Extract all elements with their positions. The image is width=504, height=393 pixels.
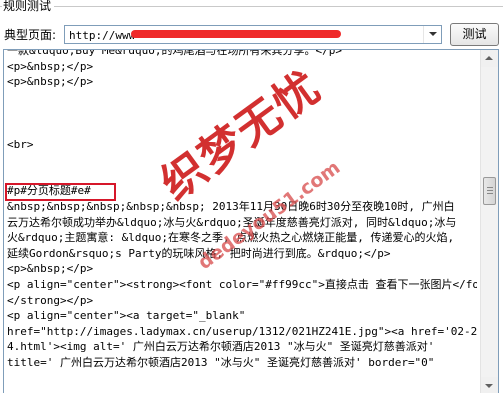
code-line: <p>&nbsp;</p> bbox=[7, 59, 94, 73]
code-line: title=' 广州白云万达希尔顿酒店2013 "冰与火" 圣诞亮灯慈善派对' … bbox=[7, 355, 435, 369]
fieldset-legend: 规则测试 bbox=[2, 0, 55, 13]
typical-page-label: 典型页面: bbox=[4, 28, 57, 42]
code-line: <p align="center"><strong><font color="#… bbox=[7, 277, 477, 291]
code-line: &nbsp;&nbsp;&nbsp;&nbsp;&nbsp; 2013年11月3… bbox=[7, 199, 455, 213]
code-line: <p align="center"><a target="_blank" bbox=[7, 309, 246, 323]
code-line: <br> bbox=[7, 137, 34, 151]
grip-line bbox=[487, 187, 493, 188]
chevron-down-icon bbox=[429, 32, 437, 36]
grip-line bbox=[487, 190, 493, 191]
url-select[interactable]: http://www bbox=[64, 25, 442, 44]
code-line: 云万达希尔顿成功举办&ldquo;冰与火&rdquo;圣诞年度慈善亮灯派对, 同… bbox=[7, 215, 457, 229]
source-code-content: 一款&ldquo;Buy Me&rdquo;的鸡尾酒与在场所有来宾分享。</p>… bbox=[7, 49, 477, 370]
vertical-scrollbar[interactable] bbox=[480, 50, 498, 393]
grip-line bbox=[487, 193, 493, 194]
page-title-highlight-box bbox=[5, 183, 116, 201]
scrollbar-thumb[interactable] bbox=[483, 177, 496, 205]
redaction-mark bbox=[131, 30, 341, 38]
code-line: 火&rdquo;主题寓意: &ldquo;在寒冬之季, 点燃火热之心燃烧正能量,… bbox=[7, 231, 455, 245]
code-line: 4.html'><img alt=' 广州白云万达希尔顿酒店2013 "冰与火"… bbox=[7, 340, 435, 354]
scroll-down-arrow-icon bbox=[485, 384, 493, 388]
select-dropdown-button[interactable] bbox=[423, 26, 441, 43]
scroll-up-button[interactable] bbox=[481, 50, 498, 67]
scroll-up-arrow-icon bbox=[485, 56, 493, 60]
url-row: 典型页面: http://www 测试 bbox=[3, 23, 499, 46]
code-line: 一款&ldquo;Buy Me&rdquo;的鸡尾酒与在场所有来宾分享。</p> bbox=[7, 49, 342, 57]
source-code-textarea[interactable]: 一款&ldquo;Buy Me&rdquo;的鸡尾酒与在场所有来宾分享。</p>… bbox=[3, 49, 499, 393]
code-line: <p>&nbsp;</p> bbox=[7, 262, 94, 276]
code-line: </strong></p> bbox=[7, 293, 94, 307]
code-line: href="http://images.ladymax.cn/userup/13… bbox=[7, 324, 477, 338]
code-line: 延续Gordon&rsquo;s Party的玩味风格, 把时尚进行到底。&rd… bbox=[7, 246, 391, 260]
test-button[interactable]: 测试 bbox=[450, 23, 499, 46]
code-line: <p>&nbsp;</p> bbox=[7, 75, 94, 89]
scroll-down-button[interactable] bbox=[481, 377, 498, 393]
